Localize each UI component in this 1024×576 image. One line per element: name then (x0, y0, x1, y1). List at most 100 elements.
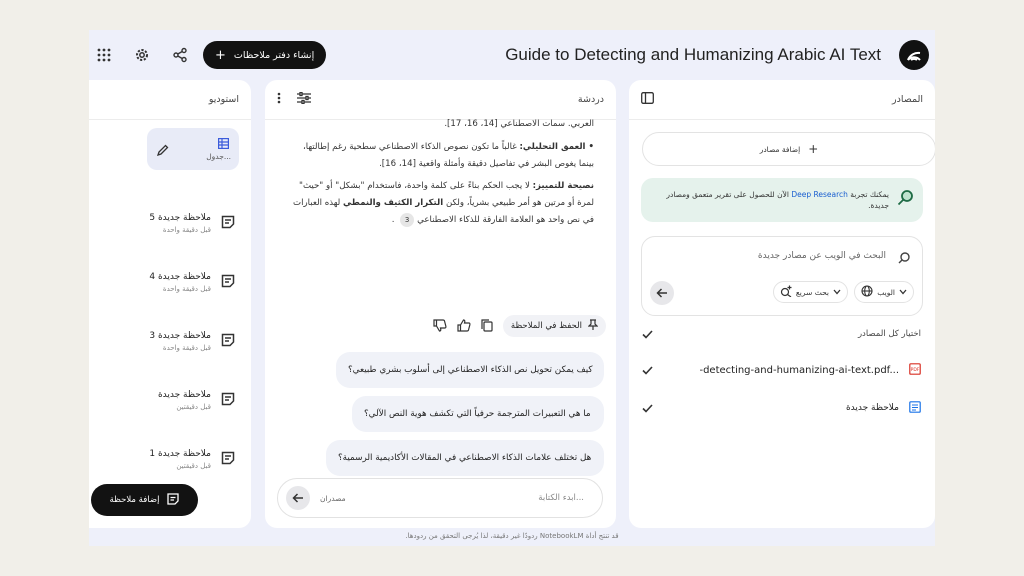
top-actions: + إنشاء دفتر ملاحظات (89, 40, 327, 70)
web-source-dropdown[interactable]: الويب (854, 281, 914, 303)
sources-panel: المصادر إضافة مصادر + يمكنك تجربة Deep R… (629, 80, 935, 528)
notebooklm-logo-icon[interactable] (899, 40, 929, 70)
response-paragraph: نصيحة للتمييز: لا يجب الحكم بناءً على كل… (292, 181, 594, 227)
save-to-note-button[interactable]: الحفظ في الملاحظة (502, 315, 606, 337)
fast-search-dropdown[interactable]: بحث سريع (772, 281, 848, 303)
note-title: ملاحظة جديدة 3 (149, 330, 211, 341)
select-all-row: اختيار كل المصادر (641, 324, 921, 344)
note-item[interactable]: ملاحظة جديدة 4 قبل دقيقة واحدة (125, 263, 235, 301)
settings-gear-icon[interactable] (127, 40, 157, 70)
top-bar: Guide to Detecting and Humanizing Arabic… (89, 30, 935, 80)
note-icon (221, 332, 235, 351)
search-sparkle-icon (897, 189, 915, 211)
note-time: قبل دقيقة واحدة (162, 343, 211, 352)
studio-header: استوديو (89, 80, 251, 120)
add-note-button[interactable]: إضافة ملاحظة (91, 484, 198, 516)
share-icon[interactable] (165, 40, 195, 70)
apps-grid-icon[interactable] (89, 40, 119, 70)
pin-icon (587, 318, 599, 334)
suggested-question[interactable]: هل تختلف علامات الذكاء الاصطناعي في المق… (326, 440, 604, 476)
checkbox-checked-icon[interactable] (641, 402, 654, 415)
notebooklm-app: Guide to Detecting and Humanizing Arabic… (89, 30, 935, 546)
note-source-icon (909, 400, 921, 416)
note-title: ملاحظة جديدة 1 (149, 448, 211, 459)
sources-count: مصدران (320, 493, 346, 503)
note-title: ملاحظة جديدة (157, 389, 211, 400)
pdf-file-icon: PDF (909, 362, 921, 378)
chevron-down-icon (899, 288, 907, 297)
deep-research-banner[interactable]: يمكنك تجربة Deep Research الآن للحصول عل… (641, 178, 923, 222)
add-sources-label: إضافة مصادر (759, 144, 801, 154)
fast-search-label: بحث سريع (795, 287, 829, 297)
chat-header: دردشة (265, 80, 616, 120)
studio-card-label: جدول... (206, 152, 231, 161)
svg-text:PDF: PDF (911, 367, 920, 373)
suggested-question[interactable]: كيف يمكن تحويل نص الذكاء الاصطناعي إلى أ… (336, 352, 604, 388)
response-bold: نصيحة للتمييز: (532, 181, 594, 192)
note-item[interactable]: ملاحظة جديدة 3 قبل دقيقة واحدة (125, 322, 235, 360)
note-icon (221, 273, 235, 292)
note-time: قبل دقيقتين (176, 461, 211, 470)
save-to-note-label: الحفظ في الملاحظة (510, 321, 582, 331)
notebook-title[interactable]: Guide to Detecting and Humanizing Arabic… (505, 45, 881, 65)
studio-panel: استوديو جدول... ملاحظة جديدة 5 قبل دقيقة … (89, 80, 251, 528)
source-item[interactable]: -detecting-and-humanizing-ai-text.pdf...… (641, 360, 921, 380)
thumbs-down-icon[interactable] (433, 317, 447, 336)
sources-header: المصادر (629, 80, 935, 120)
deep-research-pre: يمكنك تجربة (847, 189, 889, 199)
note-time: قبل دقيقة واحدة (162, 225, 211, 234)
response-bold: التكرار الكثيف والنمطي (343, 198, 444, 208)
suggested-question[interactable]: ما هي التعبيرات المترجمة حرفياً التي تكش… (352, 396, 604, 432)
response-bold: • العمق التحليلي: (519, 141, 594, 152)
note-item[interactable]: ملاحظة جديدة قبل دقيقتين (125, 381, 235, 419)
chevron-down-icon (833, 288, 841, 297)
deep-research-text: يمكنك تجربة Deep Research الآن للحصول عل… (649, 189, 889, 212)
select-all-label: اختيار كل المصادر (857, 329, 921, 339)
web-label: الويب (877, 287, 895, 297)
search-submit-arrow-icon[interactable] (650, 281, 674, 305)
studio-table-card[interactable]: جدول... (147, 128, 239, 170)
citation-badge[interactable]: 3 (400, 212, 415, 227)
deep-research-link[interactable]: Deep Research (791, 190, 848, 199)
note-icon (221, 450, 235, 469)
create-notebook-button[interactable]: + إنشاء دفتر ملاحظات (203, 41, 327, 69)
note-time: قبل دقيقة واحدة (162, 284, 211, 293)
checkbox-checked-icon[interactable] (641, 364, 654, 377)
response-paragraph: • العمق التحليلي: غالباً ما تكون نصوص ال… (287, 139, 594, 173)
thumbs-up-icon[interactable] (457, 317, 471, 336)
edit-pencil-icon[interactable] (156, 141, 169, 160)
more-options-icon[interactable] (277, 92, 281, 107)
source-item[interactable]: ملاحظة جديدة (641, 398, 921, 418)
web-search-placeholder[interactable]: البحث في الويب عن مصادر جديدة (758, 251, 886, 261)
note-time: قبل دقيقتين (176, 402, 211, 411)
title-area: Guide to Detecting and Humanizing Arabic… (505, 40, 929, 70)
copy-icon[interactable] (481, 317, 493, 336)
add-sources-button[interactable]: إضافة مصادر + (642, 132, 935, 166)
note-title: ملاحظة جديدة 5 (149, 212, 211, 223)
plus-icon: + (215, 47, 226, 63)
studio-title: استوديو (208, 94, 239, 105)
checkbox-checked-icon[interactable] (641, 328, 654, 341)
response-actions: الحفظ في الملاحظة (265, 314, 616, 338)
send-arrow-icon[interactable] (286, 486, 310, 510)
note-item[interactable]: ملاحظة جديدة 5 قبل دقيقة واحدة (125, 204, 235, 242)
add-note-icon (167, 492, 180, 508)
note-icon (221, 391, 235, 410)
source-name: ملاحظة جديدة (845, 403, 899, 413)
sparkle-search-icon (780, 285, 792, 299)
chat-title: دردشة (577, 94, 604, 105)
web-search-box[interactable]: البحث في الويب عن مصادر جديدة الويب بحث … (641, 236, 923, 316)
globe-icon (861, 285, 873, 299)
source-name: -detecting-and-humanizing-ai-text.pdf... (699, 364, 899, 376)
chat-input-placeholder[interactable]: ابدء الكتابة... (538, 493, 584, 503)
collapse-panel-icon[interactable] (641, 92, 654, 107)
search-icon (898, 249, 910, 268)
plus-icon: + (808, 142, 819, 156)
table-icon (218, 134, 230, 153)
note-item[interactable]: ملاحظة جديدة 1 قبل دقيقتين (125, 440, 235, 478)
chat-panel: دردشة العربي. سمات الاصطناعي [14، 16، 17… (265, 80, 616, 528)
create-notebook-label: إنشاء دفتر ملاحظات (233, 49, 315, 61)
note-icon (221, 214, 235, 233)
tune-settings-icon[interactable] (297, 91, 311, 107)
chat-input-box[interactable]: مصدران ابدء الكتابة... (277, 478, 603, 518)
